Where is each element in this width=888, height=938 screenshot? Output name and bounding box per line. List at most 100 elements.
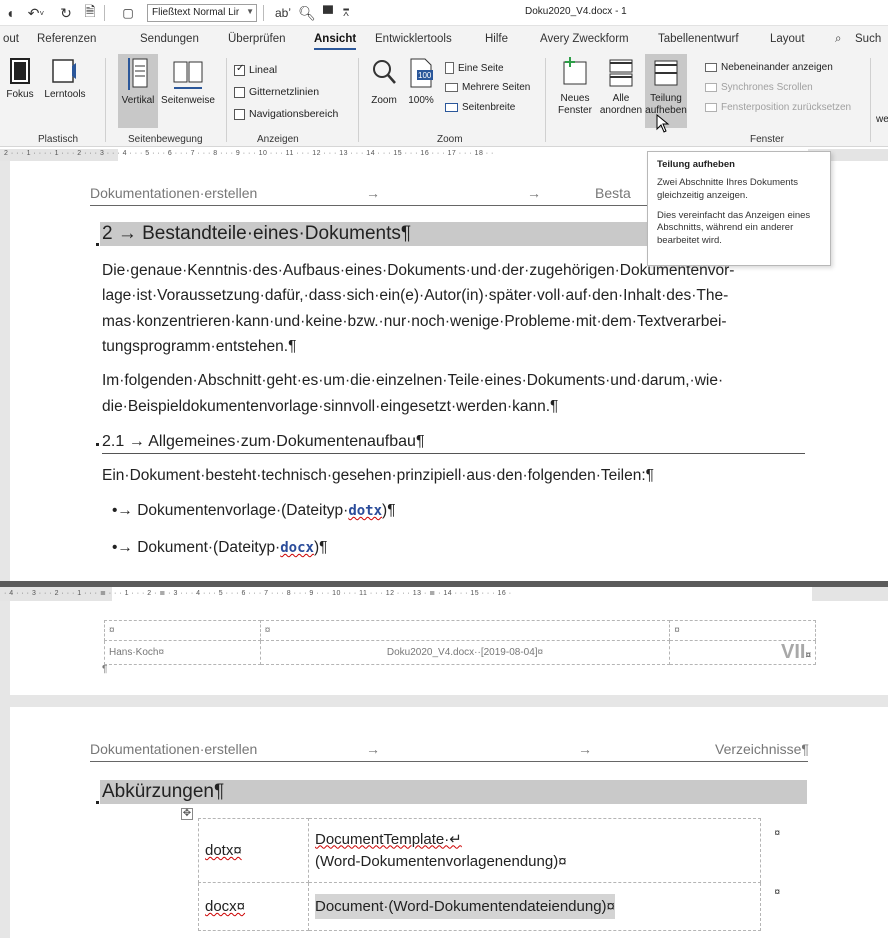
autosave-icon[interactable]: ◖ xyxy=(0,3,20,23)
mouse-cursor-icon xyxy=(656,114,670,133)
zoom-100-button[interactable]: 100 100% xyxy=(404,56,438,107)
redo-icon[interactable]: ↻ xyxy=(56,3,76,23)
undo-icon[interactable]: ↶ ˅ xyxy=(22,3,50,23)
page-header-right: Besta xyxy=(595,185,631,201)
abbr-cell: dotx¤ xyxy=(198,818,309,883)
header-tab-arrow: → xyxy=(366,741,380,757)
group-fenster: Fenster xyxy=(750,134,784,145)
fensterposition-button[interactable]: Fensterposition zurücksetzen xyxy=(705,102,851,113)
multiple-pages-icon xyxy=(445,83,458,92)
nebeneinander-button[interactable]: Nebeneinander anzeigen xyxy=(705,62,833,73)
page-header-right: Verzeichnisse¶ xyxy=(715,741,809,757)
replace-icon[interactable]: abʼ xyxy=(271,3,295,23)
new-window-icon xyxy=(563,57,587,85)
tooltip-text: Zwei Abschnitte Ihres Dokuments gleichze… xyxy=(657,177,798,201)
paragraph-line: lage·ist·Voraussetzung·dafür,·dass·sich·… xyxy=(102,287,729,304)
lineal-checkbox[interactable]: Lineal xyxy=(234,63,277,76)
tab-ansicht[interactable]: Ansicht xyxy=(314,33,357,50)
code-text: dotx xyxy=(348,503,383,519)
page-gap xyxy=(0,695,888,707)
tab-layout-partial[interactable]: out xyxy=(3,33,19,45)
tab-layout[interactable]: Layout xyxy=(770,33,805,45)
tab-sendungen[interactable]: Sendungen xyxy=(140,33,199,45)
abbr-description: Document·(Word-Dokumentendateiendung)¤ ¤ xyxy=(308,882,780,931)
tooltip: Teilung aufheben Zwei Abschnitte Ihres D… xyxy=(647,151,831,266)
print-preview-icon[interactable]: ▀ xyxy=(318,3,338,23)
new-doc-icon[interactable]: ▢ xyxy=(118,3,138,23)
code-text: docx xyxy=(280,540,314,556)
page-header-left: Dokumentationen·erstellen xyxy=(90,185,258,201)
mehrere-seiten-button[interactable]: Mehrere Seiten xyxy=(445,82,530,93)
one-page-icon xyxy=(445,62,454,74)
footer-table: ¤ ¤ ¤ Hans·Koch¤ Doku2020_V4.docx··[2019… xyxy=(104,620,816,665)
neues-fenster-button[interactable]: Neues Fenster xyxy=(553,56,597,116)
learning-tools-icon xyxy=(52,59,76,83)
focus-icon xyxy=(10,58,30,84)
footer-filename: Doku2020_V4.docx··[2019-08-04]¤ xyxy=(259,640,671,665)
footer-page-number: VII¤ xyxy=(669,640,816,665)
gitternetzlinien-checkbox[interactable]: Gitternetzlinien xyxy=(234,86,319,98)
zoom-button[interactable]: Zoom xyxy=(366,56,402,107)
split-window-icon xyxy=(654,60,678,86)
ribbon-overflow-text: we xyxy=(876,114,888,125)
checkbox-checked-icon xyxy=(234,63,245,76)
navigationsbereich-checkbox[interactable]: Navigationsbereich xyxy=(234,108,338,120)
footer-author: Hans·Koch¤ xyxy=(104,640,261,665)
header-tab-arrow: → xyxy=(527,185,541,201)
format-painter-icon[interactable]: 🗎 xyxy=(80,3,100,23)
paragraph-line: Ein·Dokument·besteht·technisch·gesehen·p… xyxy=(102,467,654,484)
group-zoom: Zoom xyxy=(437,134,463,145)
arrange-all-icon xyxy=(609,59,633,87)
header-tab-arrow: → xyxy=(578,741,592,757)
ribbon-tabs: out Referenzen Sendungen Überprüfen Ansi… xyxy=(0,26,888,52)
page-header-left: Dokumentationen·erstellen xyxy=(90,741,258,757)
checkbox-icon xyxy=(234,86,245,98)
tab-search[interactable]: Such xyxy=(855,33,881,45)
lerntools-button[interactable]: Lerntools xyxy=(38,56,92,101)
checkbox-icon xyxy=(234,108,245,120)
reset-window-icon xyxy=(705,103,717,112)
paragraph-line: Die·genaue·Kenntnis·des·Aufbaus·eines·Do… xyxy=(102,262,735,279)
vertical-scroll-icon xyxy=(128,58,148,90)
style-select[interactable]: Fließtext Normal Lir ▼ xyxy=(147,4,257,22)
ribbon: Fokus Lerntools Plastisch Vertikal Seite… xyxy=(0,52,888,147)
title-bar: ◖ ↶ ˅ ↻ 🗎 ▢ Fließtext Normal Lir ▼ abʼ 🔍︎ … xyxy=(0,0,888,26)
alle-anordnen-button[interactable]: Alle anordnen xyxy=(598,56,644,116)
sync-scroll-icon xyxy=(705,83,717,92)
eine-seite-button[interactable]: Eine Seite xyxy=(445,62,504,74)
seitenweise-button[interactable]: Seitenweise xyxy=(160,56,216,107)
heading-1: 2 → Bestandteile·eines·Dokuments¶ xyxy=(100,222,650,246)
side-by-side-icon xyxy=(705,63,717,72)
search-icon[interactable]: 🔍︎ xyxy=(297,3,317,23)
paragraph-mark: ¶ xyxy=(102,664,108,675)
abbr-cell: docx¤ xyxy=(198,882,309,931)
group-seitenbewegung: Seitenbewegung xyxy=(128,134,203,145)
chevron-down-icon: ▼ xyxy=(246,7,254,16)
tooltip-title: Teilung aufheben xyxy=(657,159,735,170)
seitenbreite-button[interactable]: Seitenbreite xyxy=(445,102,515,113)
tab-referenzen[interactable]: Referenzen xyxy=(37,33,96,45)
horizontal-ruler-lower[interactable]: · 4 · · · 3 · · · 2 · · · 1 · · · ≣ · · … xyxy=(0,587,888,601)
heading-1: Abkürzungen¶ xyxy=(100,780,807,804)
search-icon[interactable]: ⌕ xyxy=(835,33,841,46)
zoom-100-icon: 100 xyxy=(410,58,433,88)
vertikal-button[interactable]: Vertikal xyxy=(118,54,158,128)
table-move-handle-icon[interactable]: ✥ xyxy=(181,808,193,820)
synchrones-scrollen-button[interactable]: Synchrones Scrollen xyxy=(705,82,813,93)
bullet-item: •→ Dokumentenvorlage·(Dateityp·dotx)¶ xyxy=(112,502,396,519)
tab-tabellenentwurf[interactable]: Tabellenentwurf xyxy=(658,33,739,45)
customize-quick-access-icon[interactable]: ⩞ xyxy=(338,3,354,23)
footer-cell: ¤ xyxy=(104,620,261,641)
group-anzeigen: Anzeigen xyxy=(257,134,299,145)
tab-avery-zweckform[interactable]: Avery Zweckform xyxy=(540,33,629,45)
tab-hilfe[interactable]: Hilfe xyxy=(485,33,508,45)
tab-ueberpruefen[interactable]: Überprüfen xyxy=(228,33,286,45)
document-title: Doku2020_V4.docx - 1 xyxy=(525,6,627,17)
header-tab-arrow: → xyxy=(366,185,380,201)
svg-text:100: 100 xyxy=(418,71,432,80)
tooltip-text: Dies vereinfacht das Anzeigen eines Absc… xyxy=(657,210,811,246)
tab-entwicklertools[interactable]: Entwicklertools xyxy=(375,33,452,45)
bullet-item: •→ Dokument·(Dateityp·docx)¶ xyxy=(112,539,328,556)
fokus-button[interactable]: Fokus xyxy=(4,56,36,101)
side-to-side-icon xyxy=(173,61,203,89)
